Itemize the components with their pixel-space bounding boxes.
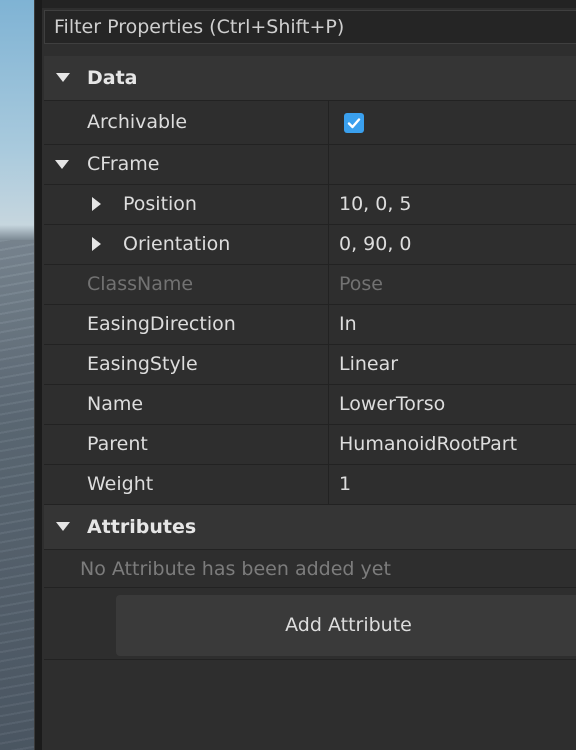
property-row-weight[interactable]: Weight 1 [44, 465, 576, 505]
checkmark-icon [347, 118, 361, 129]
terrain-texture [0, 240, 34, 750]
property-name: Name [87, 393, 144, 415]
property-name-cell: Archivable [44, 101, 329, 144]
add-attribute-button[interactable]: Add Attribute [116, 595, 576, 656]
section-label-data: Data [87, 67, 138, 89]
property-list: Data Archivable CFrame Position 10, 0, 5 [44, 56, 576, 660]
property-name-cell: Parent [44, 425, 329, 464]
panel-title-strip [42, 0, 576, 8]
properties-panel: Filter Properties (Ctrl+Shift+P) Data Ar… [42, 0, 576, 750]
property-value[interactable]: Linear [339, 345, 398, 384]
property-name: ClassName [87, 273, 194, 295]
property-row-cframe[interactable]: CFrame [44, 145, 576, 185]
filter-placeholder: Filter Properties (Ctrl+Shift+P) [54, 16, 345, 38]
expand-arrow-icon[interactable] [92, 237, 101, 251]
empty-attributes-message: No Attribute has been added yet [80, 558, 391, 580]
property-value[interactable]: 10, 0, 5 [339, 185, 412, 224]
property-value[interactable]: 0, 90, 0 [339, 225, 412, 264]
property-name: CFrame [87, 153, 160, 175]
property-name-cell: CFrame [44, 145, 329, 184]
property-name-cell: Name [44, 385, 329, 424]
property-row-easingstyle[interactable]: EasingStyle Linear [44, 345, 576, 385]
collapse-arrow-icon[interactable] [55, 160, 69, 169]
property-row-parent[interactable]: Parent HumanoidRootPart [44, 425, 576, 465]
property-row-easingdirection[interactable]: EasingDirection In [44, 305, 576, 345]
property-row-orientation[interactable]: Orientation 0, 90, 0 [44, 225, 576, 265]
property-name: Parent [87, 433, 148, 455]
property-value[interactable]: LowerTorso [339, 385, 445, 424]
section-label-attributes: Attributes [87, 516, 197, 538]
property-name: Archivable [87, 111, 188, 133]
viewport-preview [0, 0, 34, 750]
property-row-archivable: Archivable [44, 101, 576, 145]
section-header-attributes[interactable]: Attributes [44, 505, 576, 550]
add-attribute-row: Add Attribute [44, 588, 576, 660]
expand-arrow-icon[interactable] [92, 197, 101, 211]
property-value[interactable]: In [339, 305, 357, 344]
property-name-cell: Orientation [44, 225, 329, 264]
property-name: EasingDirection [87, 313, 236, 335]
property-name: Position [123, 193, 197, 215]
property-name-cell: EasingStyle [44, 345, 329, 384]
filter-properties-input[interactable]: Filter Properties (Ctrl+Shift+P) [44, 10, 576, 44]
property-value[interactable]: 1 [339, 465, 351, 504]
property-name-cell: Weight [44, 465, 329, 504]
attributes-empty-row: No Attribute has been added yet [44, 550, 576, 588]
property-row-position[interactable]: Position 10, 0, 5 [44, 185, 576, 225]
collapse-arrow-icon[interactable] [56, 73, 70, 82]
property-value: Pose [339, 273, 383, 295]
property-name: EasingStyle [87, 353, 198, 375]
collapse-arrow-icon[interactable] [56, 522, 70, 531]
add-attribute-label: Add Attribute [285, 614, 412, 636]
property-name: Orientation [123, 233, 231, 255]
archivable-checkbox[interactable] [344, 113, 364, 133]
property-name-cell: Position [44, 185, 329, 224]
property-name: Weight [87, 473, 154, 495]
property-row-classname: ClassName Pose [44, 265, 576, 305]
property-name-cell: EasingDirection [44, 305, 329, 344]
property-name-cell: ClassName [44, 265, 329, 304]
property-row-name[interactable]: Name LowerTorso [44, 385, 576, 425]
section-header-data[interactable]: Data [44, 56, 576, 101]
property-value[interactable]: HumanoidRootPart [339, 425, 517, 464]
